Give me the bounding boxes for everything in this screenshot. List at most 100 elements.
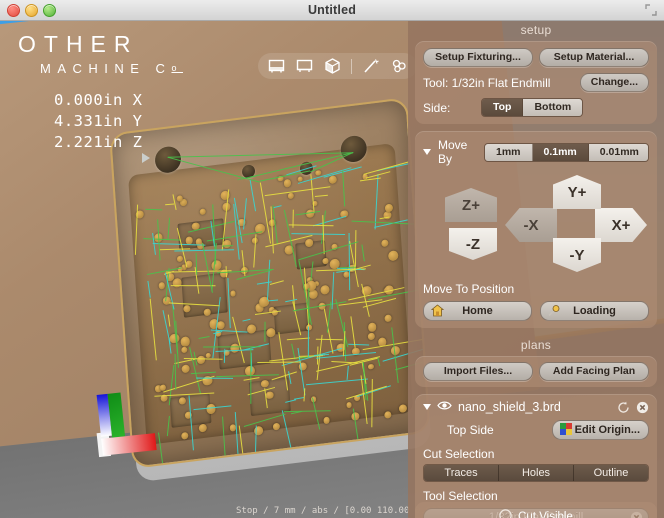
- plans-buttons-row: Import Files... Add Facing Plan: [423, 362, 649, 381]
- plan-item-card: nano_shield_3.brd Top Side Edit Origin..…: [415, 394, 657, 518]
- jog-z-plus-button[interactable]: Z+: [445, 188, 497, 222]
- move-header-row: Move By 1mm 0.1mm 0.01mm: [423, 138, 649, 166]
- copper-pad: [272, 422, 281, 431]
- cut-selection-segmented-control: Traces Holes Outline: [423, 464, 649, 482]
- close-plan-icon[interactable]: [636, 401, 649, 414]
- brand-logo-line1: OTHER: [18, 31, 139, 57]
- cut-option-traces[interactable]: Traces: [424, 465, 499, 481]
- brand-logo-line2-text: MACHINE C: [40, 61, 172, 77]
- axis-gizmo: [93, 389, 162, 463]
- cut-option-holes[interactable]: Holes: [499, 465, 574, 481]
- setup-card: Setup Fixturing... Setup Material... Too…: [415, 41, 657, 124]
- move-disclosure-icon[interactable]: [423, 149, 431, 155]
- edit-origin-button[interactable]: Edit Origin...: [551, 420, 649, 440]
- move-step-01mm[interactable]: 0.1mm: [532, 143, 589, 161]
- cut-visible-card: Cut Visible: [415, 502, 657, 518]
- toolpath-segment: [308, 288, 310, 324]
- app-window: Untitled OTHER MACHINE Co 0.000in X 4.33…: [0, 0, 664, 518]
- jog-y-plus-button[interactable]: Y+: [553, 175, 601, 209]
- side-label: Side:: [423, 100, 451, 115]
- right-panel: setup Setup Fixturing... Setup Material.…: [408, 20, 664, 518]
- toolpath-segment: [202, 346, 261, 348]
- move-to-position-buttons: Home Loading: [423, 301, 649, 321]
- hud-overlay: OTHER MACHINE Co 0.000in X 4.331in Y 2.2…: [18, 31, 183, 164]
- cut-visible-label: Cut Visible: [518, 511, 573, 518]
- origin-color-icon: [559, 423, 572, 438]
- change-tool-button[interactable]: Change...: [579, 73, 649, 92]
- coordinate-readout: 0.000in X 4.331in Y 2.221in Z: [54, 90, 183, 164]
- window-title: Untitled: [307, 3, 357, 17]
- add-facing-plan-button[interactable]: Add Facing Plan: [539, 362, 649, 381]
- jog-x-plus-button[interactable]: X+: [595, 208, 647, 242]
- copper-pad: [196, 355, 206, 364]
- loading-icon: [548, 304, 561, 320]
- front-view-icon[interactable]: [263, 55, 289, 77]
- loading-button[interactable]: Loading: [540, 301, 649, 321]
- plans-actions-card: Import Files... Add Facing Plan: [415, 356, 657, 387]
- copper-pad: [158, 282, 165, 290]
- copper-pad: [162, 296, 171, 305]
- copper-pad: [323, 416, 331, 424]
- setup-material-button[interactable]: Setup Material...: [539, 48, 649, 67]
- plans-section-title: plans: [520, 338, 552, 352]
- toolpath-segment: [250, 347, 252, 404]
- side-row: Side: Top Bottom: [423, 98, 649, 117]
- import-files-button[interactable]: Import Files...: [423, 362, 533, 381]
- toolbar-divider: [351, 58, 352, 74]
- cut-visible-icon[interactable]: [499, 509, 512, 518]
- jog-x-minus-button[interactable]: -X: [505, 208, 557, 242]
- move-step-segmented-control: 1mm 0.1mm 0.01mm: [483, 142, 649, 162]
- move-by-label: Move By: [438, 138, 468, 166]
- edit-origin-label: Edit Origin...: [574, 424, 640, 436]
- cut-selection-label: Cut Selection: [423, 447, 495, 461]
- loading-button-label: Loading: [573, 305, 616, 317]
- plan-side-row: Top Side Edit Origin...: [423, 420, 649, 440]
- setup-section-title: setup: [520, 23, 552, 37]
- setup-buttons-row: Setup Fixturing... Setup Material...: [423, 48, 649, 67]
- top-view-icon[interactable]: [291, 55, 317, 77]
- plan-disclosure-icon[interactable]: [423, 404, 431, 410]
- toolpath-segment: [267, 299, 278, 301]
- fullscreen-icon[interactable]: [645, 4, 657, 16]
- copper-pad: [367, 332, 375, 340]
- copper-pad: [315, 169, 322, 176]
- home-button[interactable]: Home: [423, 301, 532, 321]
- side-segmented-control: Top Bottom: [481, 98, 584, 117]
- copper-pad: [198, 423, 207, 433]
- plan-side-label: Top Side: [447, 423, 494, 437]
- toolpath-icon[interactable]: [358, 55, 384, 77]
- tool-selection-label: Tool Selection: [423, 489, 498, 503]
- coord-z: 2.221in Z: [54, 132, 143, 151]
- brand-logo-line2: MACHINE Co: [40, 61, 183, 76]
- toolpath-segment: [371, 378, 373, 427]
- home-icon: [430, 304, 445, 320]
- copper-pad: [203, 308, 211, 317]
- coord-x: 0.000in X: [54, 91, 143, 110]
- title-bar: Untitled: [0, 0, 664, 21]
- refresh-icon[interactable]: [617, 401, 630, 414]
- cut-option-outline[interactable]: Outline: [574, 465, 648, 481]
- perspective-view-icon[interactable]: [319, 55, 345, 77]
- plan-name: nano_shield_3.brd: [458, 400, 561, 414]
- move-step-1mm[interactable]: 1mm: [484, 143, 533, 161]
- tool-label: Tool: 1/32in Flat Endmill: [423, 75, 551, 90]
- jog-z-minus-button[interactable]: -Z: [449, 228, 497, 260]
- side-option-top[interactable]: Top: [482, 99, 524, 116]
- viewport-toolbar: [258, 53, 417, 79]
- visibility-eye-icon[interactable]: [437, 400, 452, 414]
- side-option-bottom[interactable]: Bottom: [523, 99, 583, 116]
- move-step-001mm[interactable]: 0.01mm: [588, 143, 648, 161]
- copper-pad: [229, 290, 236, 297]
- coord-y: 4.331in Y: [54, 111, 143, 130]
- setup-fixturing-button[interactable]: Setup Fixturing...: [423, 48, 533, 67]
- coordinate-disclosure-icon[interactable]: [142, 153, 150, 164]
- home-button-label: Home: [462, 305, 493, 317]
- copper-pad: [383, 410, 392, 419]
- tool-row: Tool: 1/32in Flat Endmill Change...: [423, 73, 649, 92]
- jog-pad: Z+ -Z -X X+ Y+ -Y: [423, 170, 649, 280]
- plan-header: nano_shield_3.brd: [423, 400, 649, 414]
- brand-logo-superscript: o: [171, 63, 183, 74]
- jog-y-minus-button[interactable]: -Y: [553, 238, 601, 272]
- move-card: Move By 1mm 0.1mm 0.01mm Z+ -Z -X X+ Y+ …: [415, 131, 657, 328]
- move-to-position-label: Move To Position: [423, 282, 515, 296]
